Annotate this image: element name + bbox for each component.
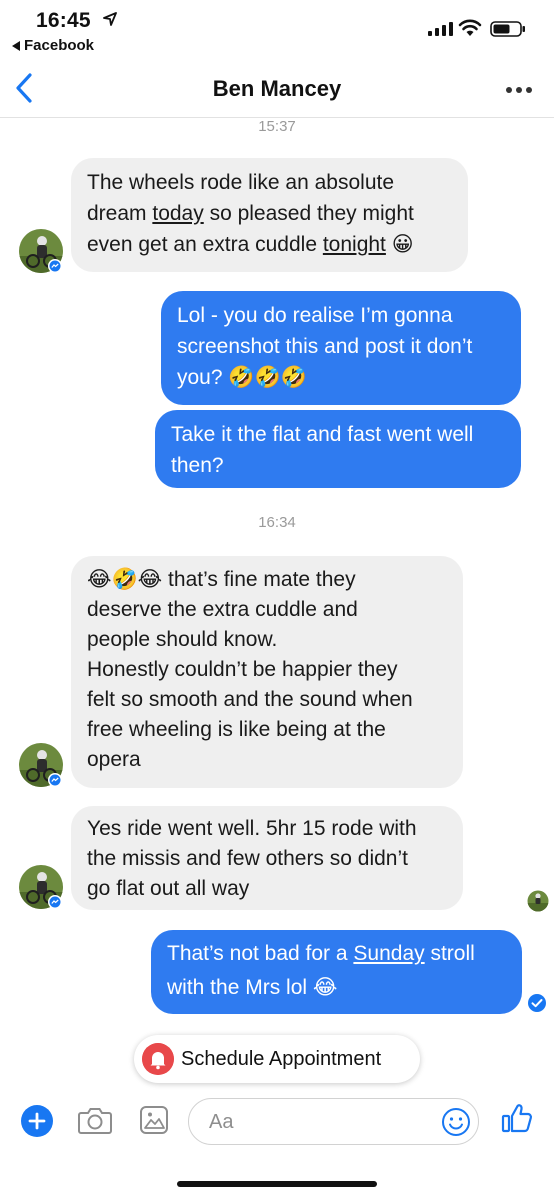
date-link[interactable]: today (152, 202, 203, 225)
gallery-icon[interactable] (138, 1104, 170, 1136)
message-line: 😂🤣😂 that’s fine mate they (87, 568, 356, 591)
emoji-icon[interactable] (441, 1107, 471, 1137)
message-line: Take it the flat and fast went well (171, 423, 474, 446)
home-indicator (177, 1181, 377, 1187)
conversation-header: Ben Mancey (0, 62, 554, 118)
cell-signal-icon (428, 22, 453, 36)
message-line: dream today so pleased they might (87, 202, 414, 225)
location-arrow-icon (103, 12, 117, 26)
message-line: That’s not bad for a Sunday stroll (167, 942, 475, 965)
message-line: Lol - you do realise I’m gonna (177, 304, 453, 327)
schedule-appointment-label: Schedule Appointment (181, 1047, 382, 1070)
message-line: people should know. (87, 628, 278, 651)
outgoing-message[interactable]: Lol - you do realise I’m gonna screensho… (161, 291, 521, 405)
message-line: free wheeling is like being at the (87, 718, 386, 741)
contact-name[interactable]: Ben Mancey (0, 76, 554, 102)
message-input-placeholder: Aa (209, 1111, 234, 1133)
message-line: Yes ride went well. 5hr 15 rode with (87, 817, 417, 840)
message-timestamp: 16:34 (258, 514, 296, 531)
message-line: screenshot this and post it don’t (177, 335, 473, 358)
message-line: Honestly couldn’t be happier they (87, 658, 398, 681)
message-timestamp: 15:37 (258, 118, 296, 135)
message-line: The wheels rode like an absolute (87, 171, 395, 194)
schedule-appointment-button[interactable]: Schedule Appointment (134, 1035, 420, 1083)
bell-icon (142, 1043, 174, 1075)
wifi-icon (458, 19, 482, 36)
message-line: then? (171, 454, 224, 477)
message-line: even get an extra cuddle tonight 😀 (87, 233, 414, 256)
contact-avatar[interactable] (18, 864, 64, 910)
plus-icon[interactable] (20, 1104, 54, 1138)
incoming-message[interactable]: 😂🤣😂 that’s fine mate they deserve the ex… (71, 556, 463, 788)
message-line: felt so smooth and the sound when (87, 688, 413, 711)
seen-by-avatar (527, 890, 549, 912)
status-time: 16:45 (36, 9, 91, 32)
message-line: the missis and few others so didn’t (87, 847, 408, 870)
message-line: opera (87, 748, 141, 771)
status-bar: 16:45 Facebook (0, 0, 554, 62)
message-input[interactable]: Aa (188, 1098, 479, 1145)
back-to-app-link[interactable]: Facebook (12, 37, 94, 54)
message-composer: Aa (0, 1092, 554, 1152)
date-link[interactable]: tonight (323, 233, 386, 256)
like-thumbs-up-icon[interactable] (500, 1101, 534, 1135)
message-line: with the Mrs lol 😂 (167, 976, 338, 999)
outgoing-message[interactable]: That’s not bad for a Sunday stroll with … (151, 930, 522, 1014)
message-line: go flat out all way (87, 877, 250, 900)
incoming-message[interactable]: Yes ride went well. 5hr 15 rode with the… (71, 806, 463, 910)
back-triangle-icon (12, 40, 20, 51)
contact-avatar[interactable] (18, 742, 64, 788)
delivered-check-icon (528, 994, 546, 1012)
contact-avatar[interactable] (18, 228, 64, 274)
date-link[interactable]: Sunday (353, 942, 424, 965)
camera-icon[interactable] (77, 1104, 113, 1136)
message-line: you? 🤣🤣🤣 (177, 366, 307, 389)
back-app-label: Facebook (24, 37, 95, 54)
outgoing-message[interactable]: Take it the flat and fast went well then… (155, 410, 521, 488)
battery-icon (490, 21, 525, 37)
message-line: deserve the extra cuddle and (87, 598, 358, 621)
incoming-message[interactable]: The wheels rode like an absolute dream t… (71, 158, 468, 272)
more-options-icon[interactable] (506, 80, 536, 100)
